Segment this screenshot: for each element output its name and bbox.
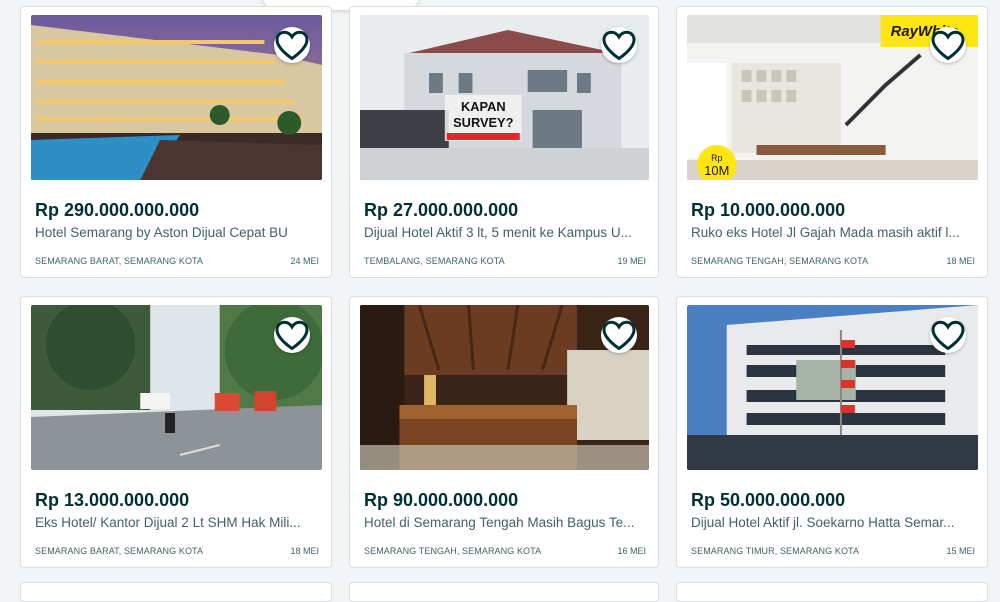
listing-photo[interactable] bbox=[687, 305, 978, 470]
listing-location: SEMARANG BARAT, SEMARANG KOTA bbox=[35, 546, 204, 556]
listing-card[interactable]: Rp 90.000.000.000 Hotel di Semarang Teng… bbox=[349, 296, 659, 568]
favorite-button[interactable] bbox=[274, 27, 310, 63]
listing-date: 24 MEI bbox=[290, 256, 319, 266]
listing-photo[interactable] bbox=[31, 305, 322, 470]
heart-outline-icon bbox=[931, 320, 965, 351]
listing-card[interactable]: Rp 50.000.000.000 Dijual Hotel Aktif jl.… bbox=[676, 296, 988, 568]
price-badge-currency: Rp bbox=[711, 153, 722, 163]
listing-date: 19 MEI bbox=[617, 256, 646, 266]
listing-price: Rp 10.000.000.000 bbox=[691, 200, 846, 220]
listing-card-partial[interactable] bbox=[349, 582, 659, 602]
listing-card[interactable]: KAPAN SURVEY? Rp 27.000.000.000 Dijual H… bbox=[349, 6, 659, 278]
listing-price: Rp 50.000.000.000 bbox=[691, 490, 846, 510]
listing-location: SEMARANG TIMUR, SEMARANG KOTA bbox=[691, 546, 860, 556]
listing-price: Rp 13.000.000.000 bbox=[35, 490, 190, 510]
listing-title[interactable]: Eks Hotel/ Kantor Dijual 2 Lt SHM Hak Mi… bbox=[35, 515, 319, 530]
listing-photo[interactable] bbox=[360, 305, 649, 470]
listing-location: SEMARANG BARAT, SEMARANG KOTA bbox=[35, 256, 204, 266]
heart-outline-icon bbox=[931, 30, 965, 61]
listing-title[interactable]: Hotel Semarang by Aston Dijual Cepat BU bbox=[35, 225, 319, 240]
listing-card[interactable]: Rp 290.000.000.000 Hotel Semarang by Ast… bbox=[20, 6, 332, 278]
heart-outline-icon bbox=[602, 320, 636, 351]
listing-card[interactable]: Rp 13.000.000.000 Eks Hotel/ Kantor Diju… bbox=[20, 296, 332, 568]
listing-date: 16 MEI bbox=[617, 546, 646, 556]
listing-price: Rp 27.000.000.000 bbox=[364, 200, 519, 220]
heart-outline-icon bbox=[275, 30, 309, 61]
listing-date: 18 MEI bbox=[290, 546, 319, 556]
heart-outline-icon bbox=[275, 320, 309, 351]
listing-price: Rp 90.000.000.000 bbox=[364, 490, 519, 510]
promo-text-line1: KAPAN bbox=[461, 99, 506, 114]
listing-photo[interactable] bbox=[31, 15, 322, 180]
listing-photo[interactable]: RayWhite Rp 10M bbox=[687, 15, 978, 180]
listing-title[interactable]: Hotel di Semarang Tengah Masih Bagus Te.… bbox=[364, 515, 646, 530]
listing-date: 15 MEI bbox=[946, 546, 975, 556]
listing-card-partial[interactable] bbox=[676, 582, 988, 602]
promo-text-line2: SURVEY? bbox=[453, 115, 513, 130]
listing-title[interactable]: Dijual Hotel Aktif 3 lt, 5 menit ke Kamp… bbox=[364, 225, 646, 240]
listing-photo[interactable]: KAPAN SURVEY? bbox=[360, 15, 649, 180]
listing-card-partial[interactable] bbox=[20, 582, 332, 602]
listing-location: SEMARANG TENGAH, SEMARANG KOTA bbox=[364, 546, 542, 556]
listing-date: 18 MEI bbox=[946, 256, 975, 266]
favorite-button[interactable] bbox=[601, 317, 637, 353]
listing-card[interactable]: RayWhite Rp 10M Rp 10.000.000.000 Ruko e… bbox=[676, 6, 988, 278]
favorite-button[interactable] bbox=[930, 27, 966, 63]
favorite-button[interactable] bbox=[930, 317, 966, 353]
listing-grid: Rp 290.000.000.000 Hotel Semarang by Ast… bbox=[20, 6, 988, 568]
listing-title[interactable]: Ruko eks Hotel Jl Gajah Mada masih aktif… bbox=[691, 225, 975, 240]
listing-title[interactable]: Dijual Hotel Aktif jl. Soekarno Hatta Se… bbox=[691, 515, 975, 530]
heart-outline-icon bbox=[602, 30, 636, 61]
listing-location: SEMARANG TENGAH, SEMARANG KOTA bbox=[691, 256, 869, 266]
favorite-button[interactable] bbox=[274, 317, 310, 353]
listing-price: Rp 290.000.000.000 bbox=[35, 200, 200, 220]
price-badge-amount: 10M bbox=[704, 163, 729, 178]
listing-location: TEMBALANG, SEMARANG KOTA bbox=[364, 256, 505, 266]
favorite-button[interactable] bbox=[601, 27, 637, 63]
